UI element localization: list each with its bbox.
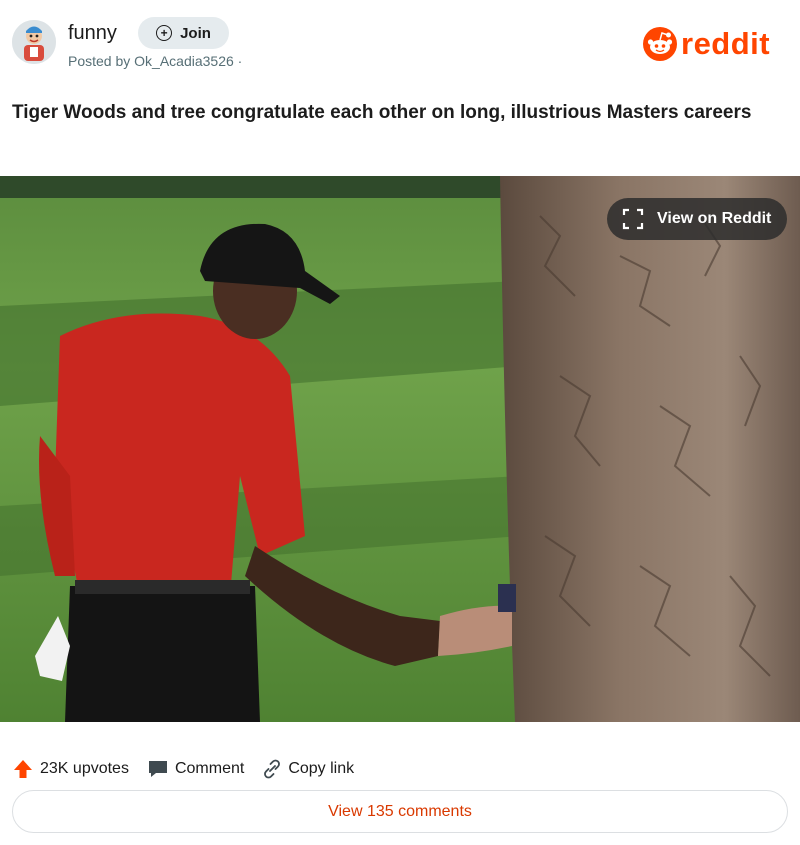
comment-button[interactable]: Comment	[147, 758, 244, 780]
reddit-wordmark: reddit	[681, 26, 771, 61]
link-icon	[264, 759, 281, 779]
upvote-arrow-icon	[14, 760, 32, 778]
post-title[interactable]: Tiger Woods and tree congratulate each o…	[12, 99, 788, 127]
join-button[interactable]: + Join	[138, 17, 229, 49]
join-label: Join	[180, 24, 211, 42]
upvote-button[interactable]: 23K upvotes	[12, 758, 129, 780]
post-header: funny + Join Posted by Ok_Acadia3526 · r…	[0, 0, 800, 90]
view-on-reddit-label: View on Reddit	[657, 210, 772, 227]
upvote-count: 23K upvotes	[40, 760, 129, 777]
expand-icon	[622, 208, 644, 230]
subreddit-avatar[interactable]	[12, 20, 56, 64]
posted-by: Posted by Ok_Acadia3526 ·	[68, 53, 243, 69]
subreddit-name[interactable]: funny	[68, 22, 117, 45]
comment-label: Comment	[174, 760, 245, 777]
view-on-reddit-button[interactable]: View on Reddit	[607, 198, 787, 240]
view-comments-button[interactable]: View 135 comments	[12, 790, 788, 833]
reddit-logo[interactable]: reddit	[643, 24, 770, 64]
comment-bubble-icon	[148, 761, 167, 777]
post-actions: 23K upvotes Comment Copy link	[12, 756, 354, 782]
copy-link-label: Copy link	[288, 760, 355, 777]
reddit-snoo-icon	[643, 27, 677, 61]
plus-circle-icon: +	[156, 25, 173, 41]
copy-link-button[interactable]: Copy link	[262, 758, 354, 780]
post-image[interactable]	[0, 176, 800, 722]
